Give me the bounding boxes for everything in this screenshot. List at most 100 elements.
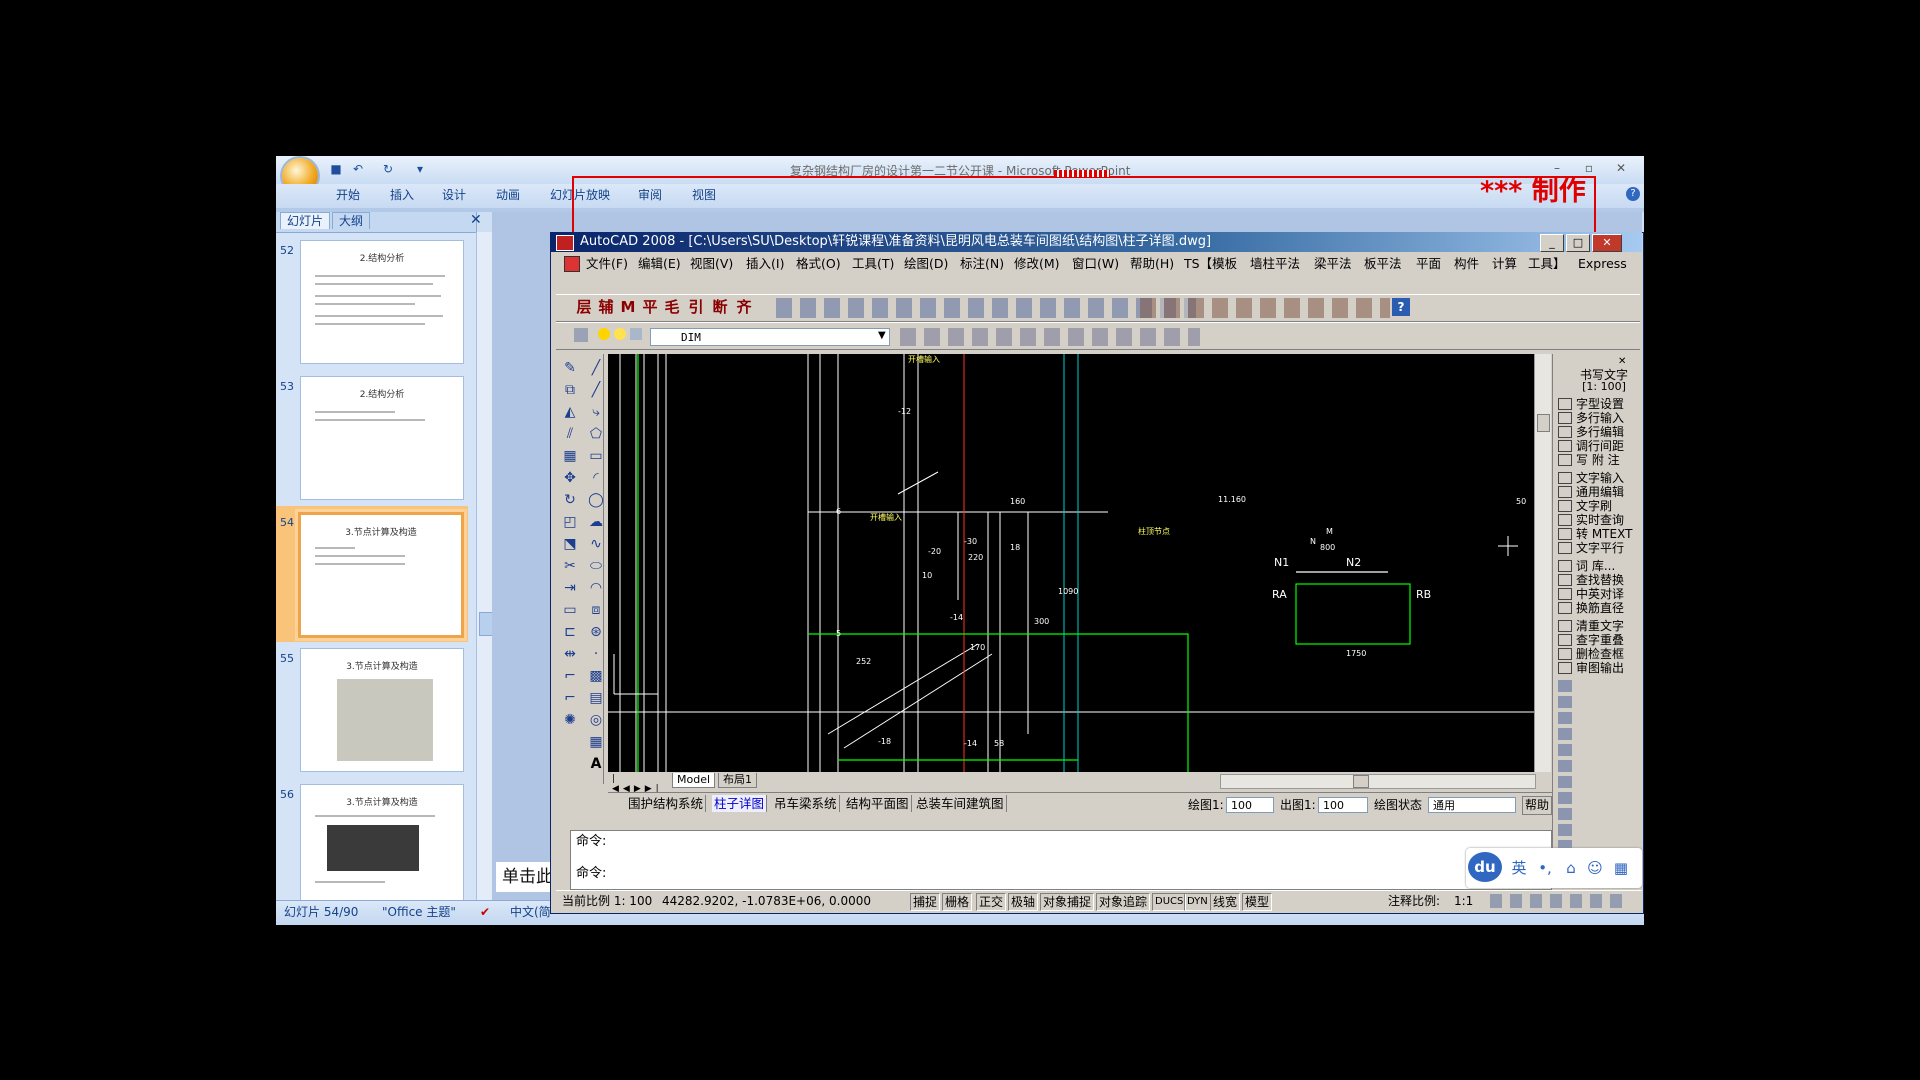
cad-maximize-button[interactable]: □ [1566, 234, 1590, 252]
chamfer-icon[interactable]: ⇹ [560, 644, 580, 664]
menu-slab-plan[interactable]: 板平法 [1364, 256, 1402, 272]
slide-thumbnail-54[interactable]: 3.节点计算及构造 [298, 512, 464, 638]
pane-close-icon[interactable]: ✕ [470, 212, 484, 228]
panel-item-to-mtext[interactable]: 转 MTEXT [1576, 528, 1640, 541]
sheet-tab-column-detail[interactable]: 柱子详图 [712, 795, 768, 812]
ducs-toggle[interactable]: DUCS [1152, 893, 1187, 911]
panel-item-live-query[interactable]: 实时查询 [1576, 514, 1640, 527]
dyn-toggle[interactable]: DYN [1184, 893, 1211, 911]
rectangle-icon[interactable]: ▭ [586, 446, 606, 466]
otrack-toggle[interactable]: 对象追踪 [1096, 893, 1151, 911]
fillet2-icon[interactable]: ⌐ [560, 688, 580, 708]
tool-leader[interactable]: 引 [686, 297, 706, 317]
revcloud-icon[interactable]: ☁ [586, 512, 606, 532]
drawing-canvas[interactable]: 开槽输入 -12 6 5 11.160 柱顶节点 N1 N2 M N RA RB… [608, 354, 1534, 772]
point-icon[interactable]: · [586, 644, 606, 664]
layer-freeze-icon[interactable] [614, 328, 626, 340]
font-setting-icon[interactable] [1558, 398, 1572, 410]
grid-menu-icon[interactable]: ▦ [1610, 858, 1632, 878]
tab-layout1[interactable]: 布局1 [718, 773, 757, 788]
tab-model[interactable]: Model [672, 773, 716, 788]
cad-close-button[interactable]: ✕ [1592, 234, 1622, 252]
status-tray-icons[interactable] [1490, 894, 1630, 908]
tab-nav-arrows[interactable]: |◀◀▶▶| [612, 774, 668, 794]
help-icon[interactable]: ? [1626, 187, 1640, 201]
break-icon[interactable]: ▭ [560, 600, 580, 620]
polygon-icon[interactable]: ⬠ [586, 424, 606, 444]
scroll-thumb[interactable] [1537, 414, 1550, 432]
pane-tab-outline[interactable]: 大纲 [332, 212, 371, 229]
menu-view[interactable]: 视图(V) [690, 256, 733, 272]
slide-thumbnail-52[interactable]: 2.结构分析 [300, 240, 464, 364]
panel-item-text-brush[interactable]: 文字刷 [1576, 500, 1640, 513]
menu-dimension[interactable]: 标注(N) [960, 256, 1004, 272]
stretch-icon[interactable]: ⬔ [560, 534, 580, 554]
menu-tools[interactable]: 工具(T) [852, 256, 894, 272]
polyline-icon[interactable]: ⤷ [586, 402, 606, 422]
general-edit-icon[interactable] [1558, 486, 1572, 498]
menu-file[interactable]: 文件(F) [586, 256, 628, 272]
menu-column-plan[interactable]: 墙柱平法 [1250, 256, 1300, 272]
rotate-icon[interactable]: ↻ [560, 490, 580, 510]
panel-item-general-edit[interactable]: 通用编辑 [1576, 486, 1640, 499]
out-scale-dropdown[interactable]: 100 [1318, 797, 1368, 813]
menu-help[interactable]: 帮助(H) [1130, 256, 1174, 272]
text-parallel-icon[interactable] [1558, 542, 1572, 554]
live-query-icon[interactable] [1558, 514, 1572, 526]
help-text-button[interactable]: 帮助 [1522, 796, 1552, 815]
mirror-icon[interactable]: ◭ [560, 402, 580, 422]
slide-thumbnail-53[interactable]: 2.结构分析 [300, 376, 464, 500]
menu-modify[interactable]: 修改(M) [1014, 256, 1060, 272]
table-icon[interactable]: ▦ [586, 732, 606, 752]
notes-icon[interactable] [1558, 454, 1572, 466]
move-icon[interactable]: ✥ [560, 468, 580, 488]
menu-calc[interactable]: 计算 [1492, 256, 1517, 272]
chevron-down-icon[interactable]: ▼ [878, 330, 888, 344]
line-icon[interactable]: ╱ [586, 358, 606, 378]
insert-block-icon[interactable]: ⧈ [586, 600, 606, 620]
ime-lang-toggle[interactable]: 英 [1508, 858, 1530, 878]
panel-item-clear-dup-text[interactable]: 清重文字 [1576, 620, 1640, 633]
panel-item-font-setting[interactable]: 字型设置 [1576, 398, 1640, 411]
layer-lock-icon[interactable] [630, 328, 642, 340]
ime-logo[interactable]: du [1468, 852, 1502, 882]
circle-icon[interactable]: ◯ [586, 490, 606, 510]
scale-icon[interactable]: ◰ [560, 512, 580, 532]
menu-express[interactable]: Express [1578, 256, 1627, 272]
panel-item-line-spacing[interactable]: 调行间距 [1576, 440, 1640, 453]
line-spacing-icon[interactable] [1558, 440, 1572, 452]
translate-icon[interactable] [1558, 588, 1572, 600]
menu-format[interactable]: 格式(O) [796, 256, 841, 272]
snap-toggle[interactable]: 捕捉 [910, 893, 941, 911]
panel-item-mtext-edit[interactable]: 多行编辑 [1576, 426, 1640, 439]
fillet-icon[interactable]: ⌐ [560, 666, 580, 686]
menu-beam-plan[interactable]: 梁平法 [1314, 256, 1352, 272]
array-icon[interactable]: ▦ [560, 446, 580, 466]
find-replace-icon[interactable] [1558, 574, 1572, 586]
trim-icon[interactable]: ✂ [560, 556, 580, 576]
menu-ts-template[interactable]: TS【模板 [1184, 256, 1237, 272]
delete-check-box-icon[interactable] [1558, 648, 1572, 660]
menu-edit[interactable]: 编辑(E) [638, 256, 681, 272]
arc-icon[interactable]: ◜ [586, 468, 606, 488]
annotation-scale-value[interactable]: 1:1 [1454, 893, 1473, 909]
command-line-area[interactable] [570, 830, 1552, 890]
rebar-diameter-icon[interactable] [1558, 602, 1572, 614]
sheet-tab-structural-plan[interactable]: 结构平面图 [844, 795, 912, 812]
clear-dup-text-icon[interactable] [1558, 620, 1572, 632]
drawing-vscrollbar[interactable] [1534, 354, 1551, 772]
panel-item-mtext-input[interactable]: 多行输入 [1576, 412, 1640, 425]
scroll-thumb[interactable] [479, 612, 493, 636]
cad-minimize-button[interactable]: _ [1540, 234, 1564, 252]
tab-home[interactable]: 开始 [336, 186, 360, 204]
ppt-close-button[interactable]: ✕ [1610, 160, 1632, 176]
draw-scale-dropdown[interactable]: 100 [1226, 797, 1274, 813]
grid-toggle[interactable]: 栅格 [942, 893, 973, 911]
tab-animation[interactable]: 动画 [496, 186, 520, 204]
tool-break[interactable]: 断 [710, 297, 730, 317]
to-mtext-icon[interactable] [1558, 528, 1572, 540]
tab-insert[interactable]: 插入 [390, 186, 414, 204]
overlap-check-icon[interactable] [1558, 634, 1572, 646]
panel-item-translate[interactable]: 中英对译 [1576, 588, 1640, 601]
panel-item-text-parallel[interactable]: 文字平行 [1576, 542, 1640, 555]
